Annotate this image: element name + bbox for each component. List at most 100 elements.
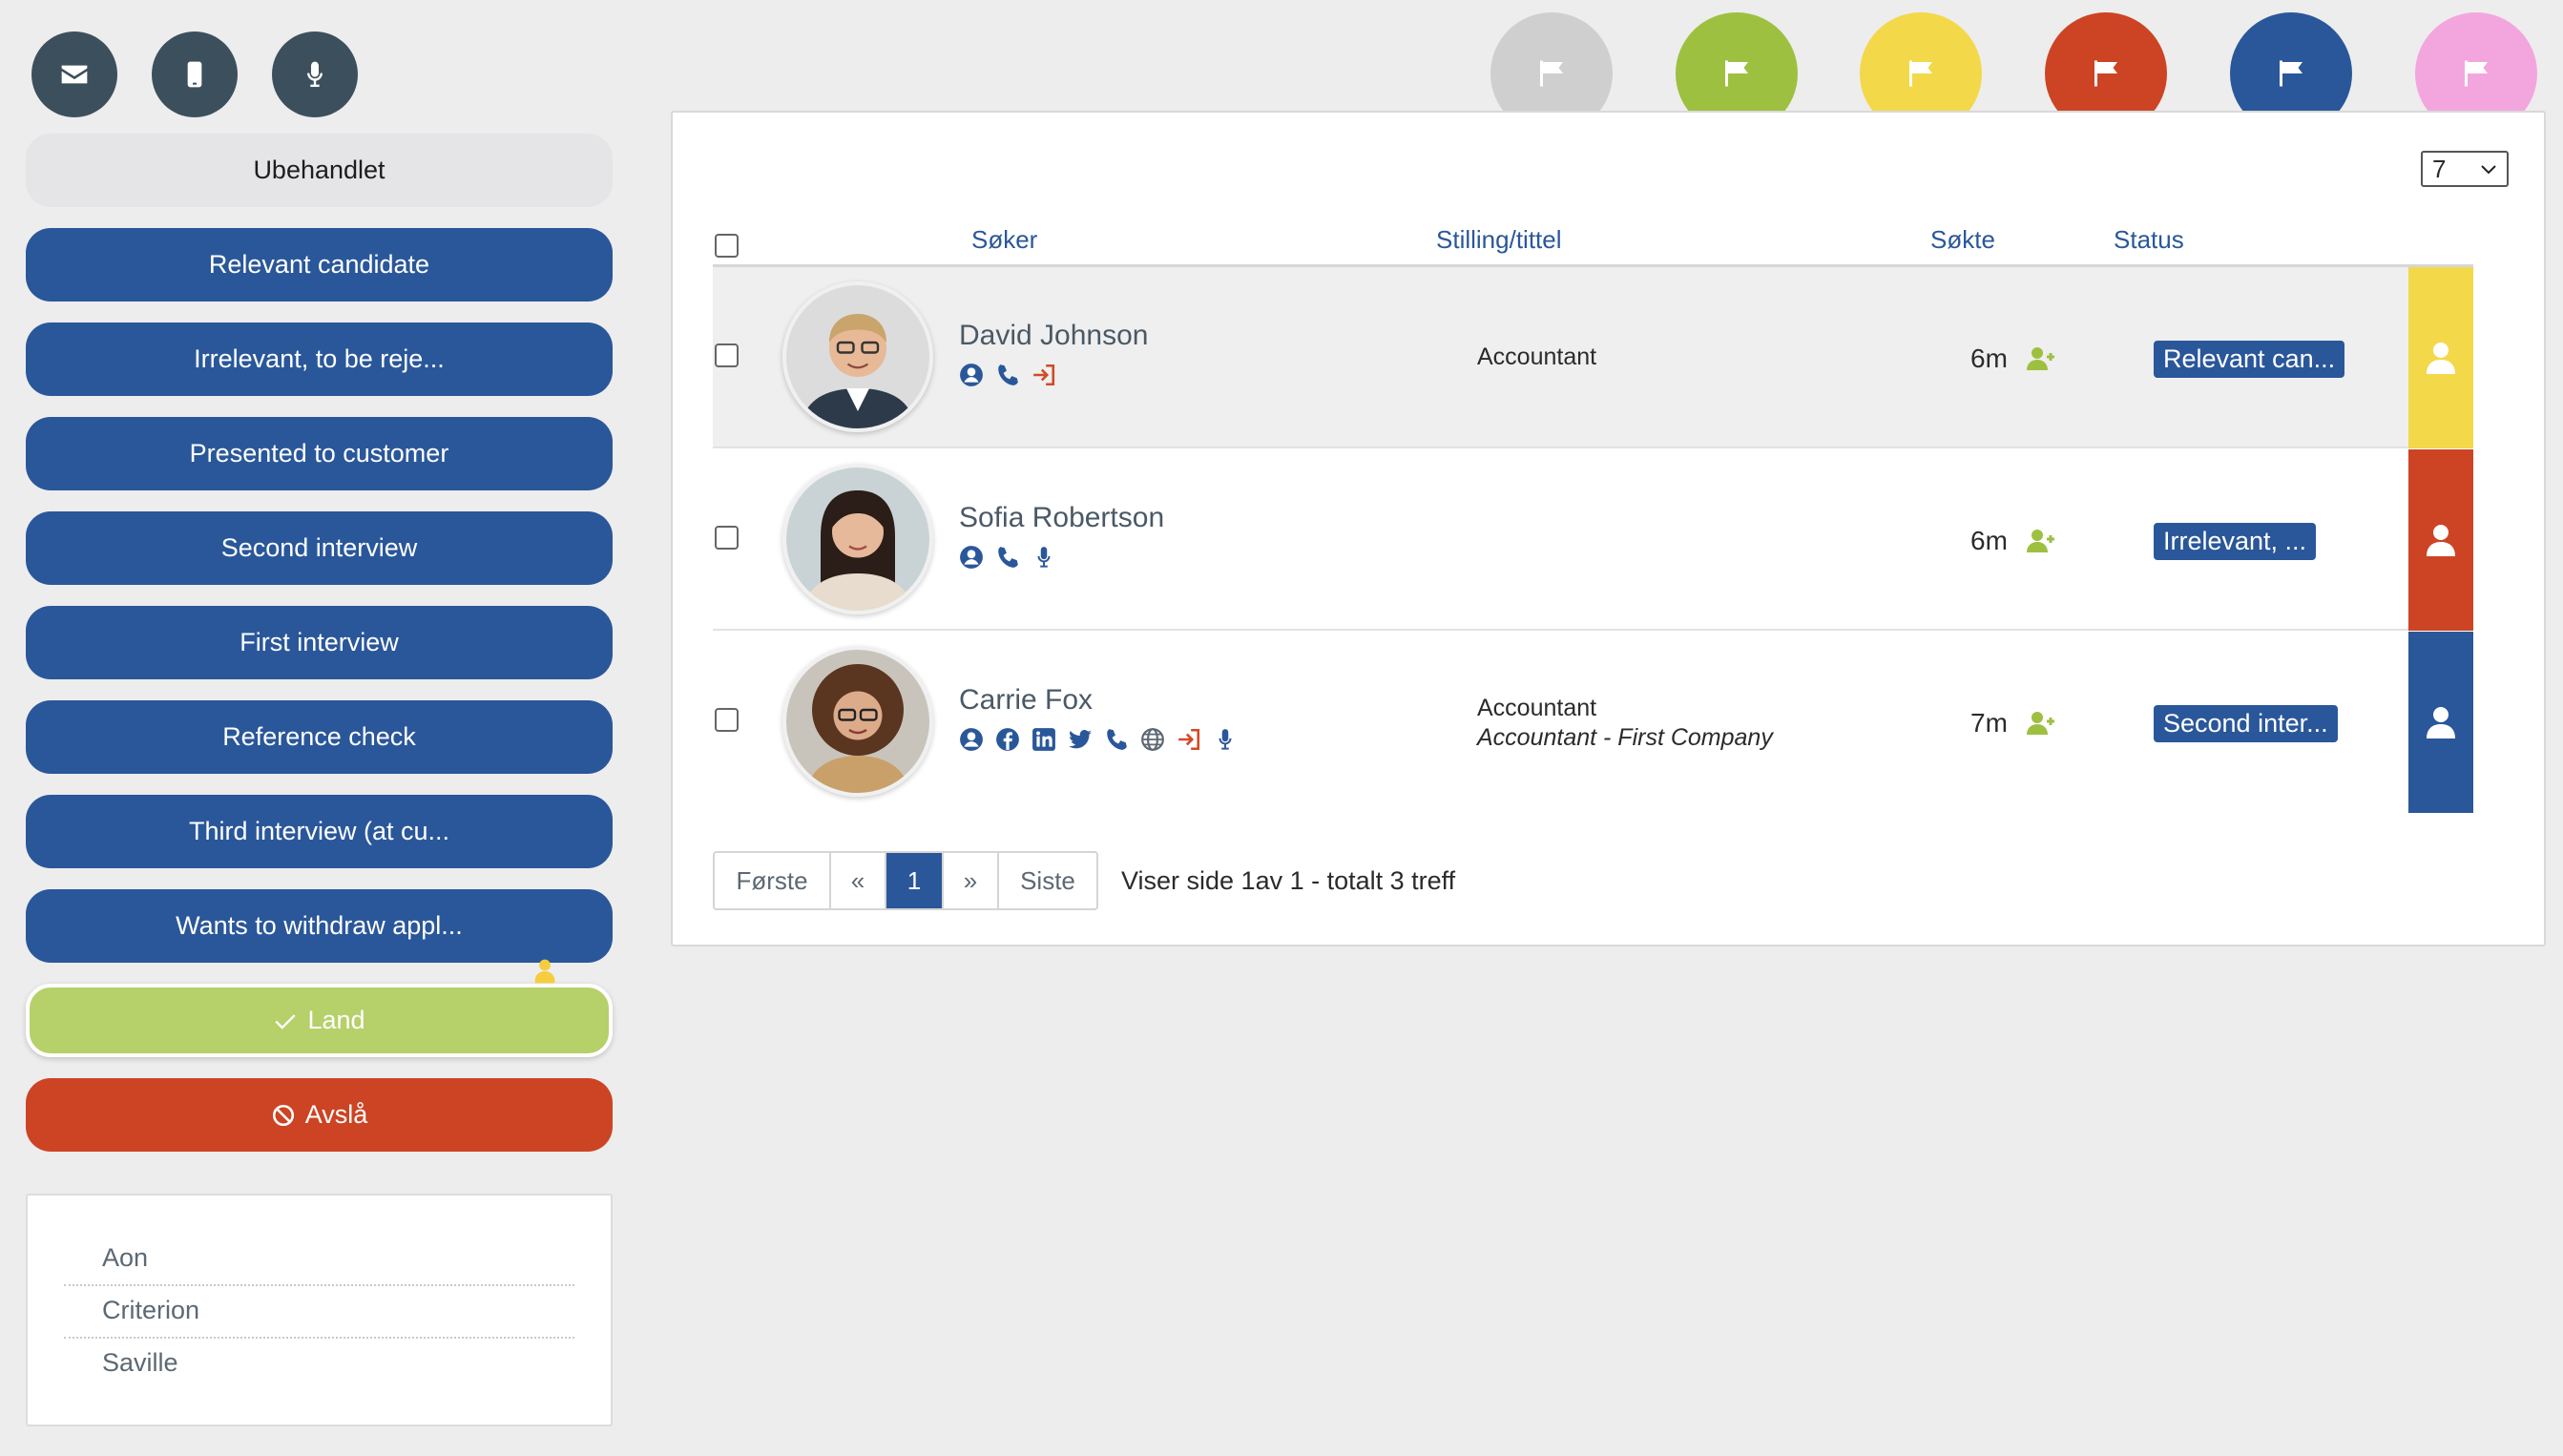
audio-button[interactable] <box>272 31 358 117</box>
microphone-icon <box>307 61 323 88</box>
pagination-next[interactable]: » <box>944 853 999 908</box>
contact-icons <box>959 363 1056 387</box>
position-title: Accountant <box>1477 695 1597 721</box>
profile-icon[interactable] <box>959 545 984 570</box>
pagination-last[interactable]: Siste <box>999 853 1096 908</box>
sign-in-icon[interactable] <box>1177 727 1201 752</box>
candidate-name[interactable]: David Johnson <box>959 320 1148 352</box>
avatar-photo <box>786 468 929 611</box>
stage-unhandled-button[interactable]: Ubehandlet <box>26 134 613 207</box>
phone-icon[interactable] <box>995 363 1020 387</box>
user-icon <box>2427 707 2455 738</box>
flag-icon <box>2280 60 2303 87</box>
email-button[interactable] <box>31 31 117 117</box>
avatar[interactable] <box>782 281 933 432</box>
column-header-position[interactable]: Stilling/tittel <box>1436 225 1562 255</box>
pagination: Første « 1 » Siste <box>713 851 1098 910</box>
row-checkbox[interactable] <box>715 343 739 367</box>
facebook-icon[interactable] <box>995 727 1020 752</box>
table-row[interactable]: Sofia Robertson 6m Irrelevant, ... <box>713 449 2473 631</box>
position-subtitle: Accountant - First Company <box>1477 724 1773 751</box>
flag-icon <box>1909 60 1932 87</box>
microphone-icon[interactable] <box>1031 545 1056 570</box>
test-item-aon[interactable]: Aon <box>64 1234 574 1286</box>
sign-in-icon[interactable] <box>1031 363 1056 387</box>
row-checkbox[interactable] <box>715 526 739 550</box>
stage-relevant-button[interactable]: Relevant candidate <box>26 228 613 302</box>
column-header-applied[interactable]: Søkte <box>1930 225 1995 255</box>
test-item-criterion[interactable]: Criterion <box>64 1286 574 1339</box>
column-header-status[interactable]: Status <box>2114 225 2184 255</box>
reject-label: Avslå <box>304 1100 368 1129</box>
pagination-first[interactable]: Første <box>715 853 831 908</box>
person-drag-icon[interactable] <box>532 959 557 984</box>
per-page-value: 7 <box>2432 154 2447 183</box>
applied-time: 6m <box>1970 343 2055 374</box>
envelope-icon <box>61 65 88 84</box>
user-plus-icon[interactable] <box>2026 710 2055 737</box>
phone-icon[interactable] <box>1104 727 1129 752</box>
contact-icons <box>959 545 1056 570</box>
status-color-bar[interactable] <box>2408 632 2473 813</box>
stage-reference-check-button[interactable]: Reference check <box>26 700 613 774</box>
stage-first-interview-button[interactable]: First interview <box>26 606 613 679</box>
flag-icon <box>1725 60 1748 87</box>
avatar-photo <box>786 285 929 428</box>
table-row[interactable]: Carrie Fox Accountant Accountant - First… <box>713 632 2473 813</box>
table-row[interactable]: David Johnson Accountant 6m Relevant can… <box>713 267 2473 448</box>
profile-icon[interactable] <box>959 727 984 752</box>
status-badge[interactable]: Irrelevant, ... <box>2154 523 2317 560</box>
flag-icon <box>1540 60 1563 87</box>
user-plus-icon[interactable] <box>2026 345 2055 372</box>
twitter-icon[interactable] <box>1068 727 1093 752</box>
status-badge[interactable]: Second inter... <box>2154 705 2338 742</box>
ban-icon <box>272 1104 294 1126</box>
position-title: Accountant <box>1477 343 1597 370</box>
tests-card: Aon Criterion Saville <box>26 1194 613 1426</box>
candidate-name[interactable]: Sofia Robertson <box>959 502 1164 534</box>
stage-second-interview-button[interactable]: Second interview <box>26 511 613 585</box>
land-button[interactable]: Land <box>26 959 613 1057</box>
applied-value: 6m <box>1970 343 2008 373</box>
flag-icon <box>2465 60 2488 87</box>
land-label: Land <box>307 1006 365 1034</box>
profile-icon[interactable] <box>959 363 984 387</box>
status-badge[interactable]: Relevant can... <box>2154 341 2345 378</box>
chevron-down-icon <box>2481 165 2496 175</box>
microphone-icon[interactable] <box>1213 727 1238 752</box>
select-all-checkbox[interactable] <box>715 234 739 258</box>
user-icon <box>2427 525 2455 556</box>
sms-button[interactable] <box>152 31 238 117</box>
candidates-panel: 7 Søker Stilling/tittel Søkte Status Dav… <box>671 111 2546 946</box>
phone-icon[interactable] <box>995 545 1020 570</box>
stage-irrelevant-button[interactable]: Irrelevant, to be reje... <box>26 322 613 396</box>
stage-third-interview-button[interactable]: Third interview (at cu... <box>26 795 613 868</box>
avatar-photo <box>786 650 929 793</box>
per-page-select[interactable]: 7 <box>2421 151 2509 187</box>
row-checkbox[interactable] <box>715 708 739 732</box>
reject-button[interactable]: Avslå <box>26 1078 613 1152</box>
linkedin-icon[interactable] <box>1031 727 1056 752</box>
pagination-current[interactable]: 1 <box>886 853 944 908</box>
status-color-bar[interactable] <box>2408 267 2473 448</box>
stage-presented-button[interactable]: Presented to customer <box>26 417 613 490</box>
flag-icon <box>2094 60 2117 87</box>
mobile-phone-icon <box>187 61 202 88</box>
column-header-applicant[interactable]: Søker <box>971 225 1037 255</box>
avatar[interactable] <box>782 646 933 797</box>
contact-icons <box>959 727 1238 752</box>
candidate-name[interactable]: Carrie Fox <box>959 684 1093 717</box>
applied-value: 6m <box>1970 526 2008 555</box>
pagination-prev[interactable]: « <box>831 853 886 908</box>
avatar[interactable] <box>782 464 933 614</box>
user-plus-icon[interactable] <box>2026 528 2055 554</box>
test-item-saville[interactable]: Saville <box>64 1339 574 1391</box>
contact-toolbar <box>31 31 358 117</box>
applied-value: 7m <box>1970 708 2008 738</box>
pagination-info: Viser side 1av 1 - totalt 3 treff <box>1121 866 1456 895</box>
stage-sidebar: Ubehandlet Relevant candidate Irrelevant… <box>26 134 613 1173</box>
applied-time: 6m <box>1970 526 2055 556</box>
status-color-bar[interactable] <box>2408 449 2473 631</box>
stage-withdraw-button[interactable]: Wants to withdraw appl... <box>26 889 613 963</box>
globe-icon[interactable] <box>1140 727 1165 752</box>
